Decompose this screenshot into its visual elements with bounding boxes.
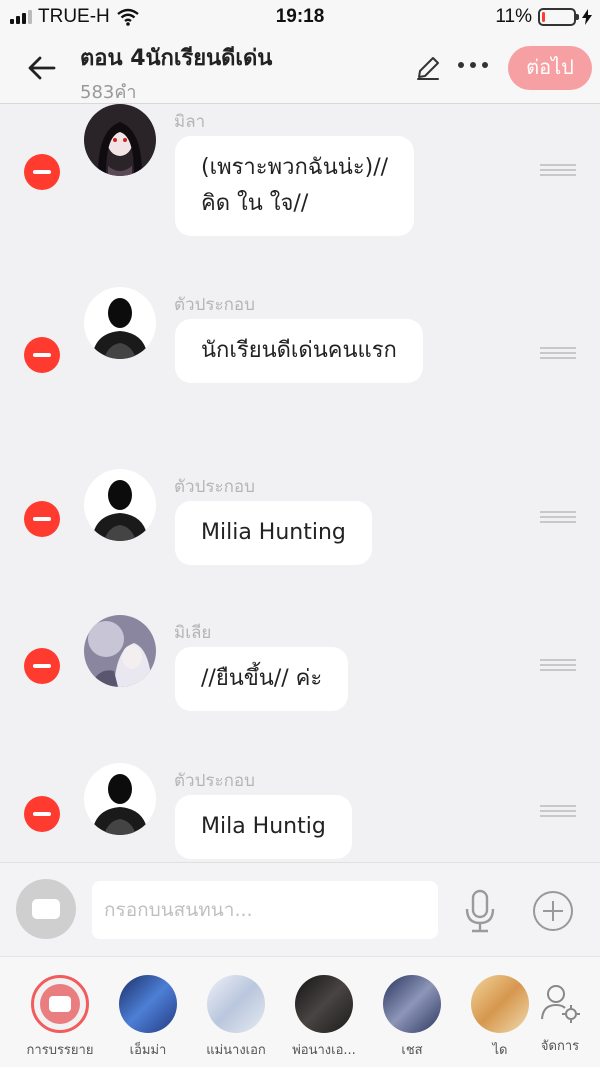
more-options-icon[interactable] bbox=[458, 62, 488, 68]
silhouette-avatar bbox=[84, 287, 156, 359]
character-avatar bbox=[207, 975, 265, 1033]
message-text: //ยืนขึ้น// ค่ะ bbox=[201, 666, 323, 691]
word-count: 583คำ bbox=[80, 82, 137, 103]
message-text: (เพราะพวกฉันน่ะ)// bbox=[201, 155, 389, 180]
microphone-icon[interactable] bbox=[462, 889, 498, 933]
message-text: นักเรียนดีเด่นคนแรก bbox=[201, 338, 397, 363]
character-heroine-father[interactable]: พ่อนางเอ... bbox=[279, 975, 369, 1060]
remove-message-button[interactable] bbox=[24, 501, 60, 537]
charging-bolt-icon bbox=[582, 9, 592, 25]
silhouette-avatar bbox=[84, 469, 156, 541]
speaker-name: ตัวประกอบ bbox=[174, 771, 255, 791]
message-bubble[interactable]: นักเรียนดีเด่นคนแรก bbox=[175, 319, 423, 383]
message-text: Milia Hunting bbox=[201, 520, 346, 545]
pencil-icon[interactable] bbox=[414, 54, 442, 82]
status-right: 11% bbox=[495, 6, 592, 28]
drag-handle-icon[interactable] bbox=[540, 805, 576, 819]
message-bubble[interactable]: Milia Hunting bbox=[175, 501, 372, 565]
remove-message-button[interactable] bbox=[24, 154, 60, 190]
battery-percent: 11% bbox=[495, 6, 532, 27]
remove-message-button[interactable] bbox=[24, 337, 60, 373]
character-avatar bbox=[295, 975, 353, 1033]
character-chase[interactable]: เชส bbox=[367, 975, 457, 1060]
add-icon[interactable] bbox=[533, 891, 573, 931]
character-avatar bbox=[119, 975, 177, 1033]
narration-avatar-icon bbox=[31, 975, 89, 1033]
message-text: Mila Huntig bbox=[201, 814, 326, 839]
episode-title: ตอน 4นักเรียนดีเด่น bbox=[80, 46, 273, 71]
drag-handle-icon[interactable] bbox=[540, 164, 576, 178]
character-tray: การบรรยาย เอ็มม่า แม่นางเอก พ่อนางเอ... … bbox=[0, 956, 600, 1067]
speaker-name: ตัวประกอบ bbox=[174, 295, 255, 315]
character-label: เอ็มม่า bbox=[129, 1043, 167, 1058]
message-bubble[interactable]: Mila Huntig bbox=[175, 795, 352, 859]
character-label: การบรรยาย bbox=[26, 1043, 94, 1058]
composer-bar bbox=[0, 862, 600, 956]
back-arrow-icon[interactable] bbox=[24, 50, 60, 86]
next-button[interactable]: ต่อไป bbox=[508, 46, 592, 90]
character-avatar bbox=[383, 975, 441, 1033]
title-block: ตอน 4นักเรียนดีเด่น 583คำ bbox=[80, 40, 272, 106]
character-emma[interactable]: เอ็มม่า bbox=[103, 975, 193, 1060]
girl-dark-hair-avatar bbox=[84, 104, 156, 176]
message-bubble[interactable]: (เพราะพวกฉันน่ะ)// คิด ใน ใจ// bbox=[175, 136, 415, 236]
narration-toggle-button[interactable] bbox=[16, 879, 76, 939]
character-label: พ่อนางเอ... bbox=[292, 1043, 356, 1058]
editor-header: ตอน 4นักเรียนดีเด่น 583คำ ต่อไป bbox=[0, 34, 600, 104]
battery-icon bbox=[538, 8, 579, 26]
remove-message-button[interactable] bbox=[24, 796, 60, 832]
character-label: เชส bbox=[401, 1043, 423, 1058]
message-text: คิด ใน ใจ// bbox=[201, 191, 309, 216]
silhouette-avatar bbox=[84, 763, 156, 835]
message-bubble[interactable]: //ยืนขึ้น// ค่ะ bbox=[175, 647, 349, 711]
character-label: แม่นางเอก bbox=[206, 1043, 266, 1058]
character-heroine-mother[interactable]: แม่นางเอก bbox=[191, 975, 281, 1060]
remove-message-button[interactable] bbox=[24, 648, 60, 684]
manage-characters-icon bbox=[541, 985, 580, 1023]
chat-input[interactable] bbox=[92, 881, 438, 939]
speaker-name: มิเลีย bbox=[174, 623, 212, 643]
speaker-name: ตัวประกอบ bbox=[174, 477, 255, 497]
manage-characters-button[interactable]: จัดการ bbox=[518, 975, 600, 1056]
drag-handle-icon[interactable] bbox=[540, 347, 576, 361]
character-narration[interactable]: การบรรยาย bbox=[15, 975, 105, 1060]
drag-handle-icon[interactable] bbox=[540, 659, 576, 673]
status-bar: TRUE-H 19:18 11% bbox=[0, 0, 600, 34]
speaker-name: มิลา bbox=[174, 112, 206, 132]
drag-handle-icon[interactable] bbox=[540, 511, 576, 525]
girl-white-hair-avatar bbox=[84, 615, 156, 687]
manage-label: จัดการ bbox=[540, 1039, 580, 1054]
